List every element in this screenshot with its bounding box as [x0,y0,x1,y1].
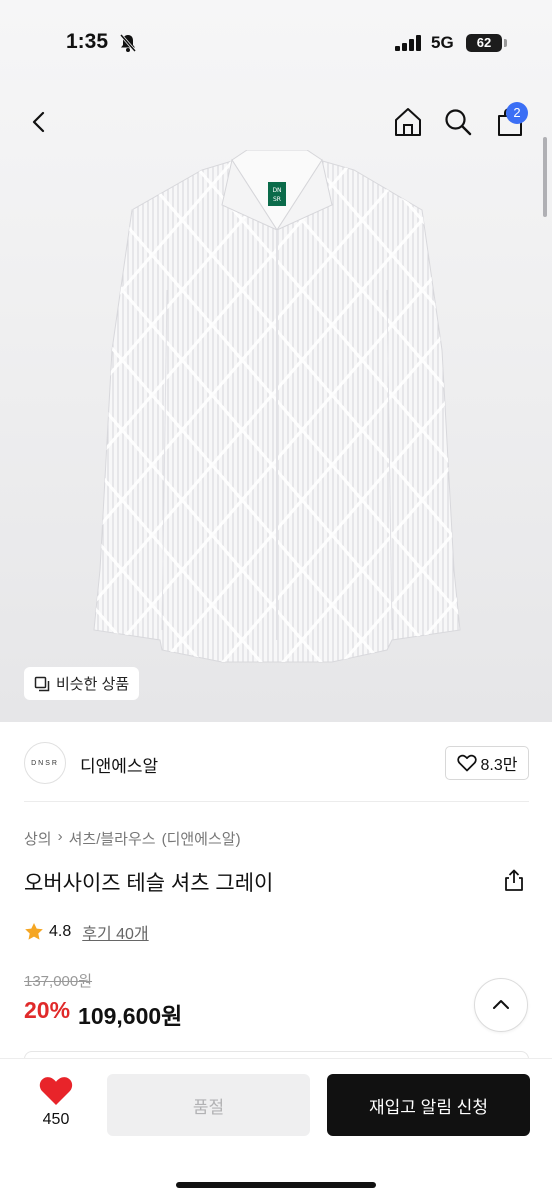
brand-like-count: 8.3만 [480,757,518,774]
reviews-link[interactable]: 후기 40개 [82,920,148,944]
wishlist-button[interactable] [38,1075,74,1112]
price-row: 20% 109,600원 [24,997,182,1031]
product-title: 오버사이즈 테슬 셔츠 그레이 [24,872,274,895]
home-button[interactable] [390,104,426,140]
home-indicator[interactable] [176,1182,376,1188]
brand-logo[interactable]: DNSR [24,742,66,784]
breadcrumb-item-shirts[interactable]: 셔츠/블라우스 [69,828,156,849]
copy-icon [34,676,50,691]
heart-outline-icon [456,754,477,772]
share-button[interactable] [502,868,526,897]
top-navigation [0,96,552,152]
breadcrumb: 상의 › 셔츠/블라우스 (디앤에스알) [24,828,241,849]
search-button[interactable] [440,104,476,140]
heart-filled-icon [39,1077,73,1105]
breadcrumb-item-top[interactable]: 상의 [24,828,52,849]
star-icon [25,923,43,940]
share-icon [505,869,523,891]
breadcrumb-separator-icon: › [57,828,63,845]
svg-text:DN: DN [272,187,281,194]
network-type: 5G [431,33,454,52]
original-price: 137,000원 [24,973,93,990]
battery-tip [504,39,507,47]
wishlist-count: 450 [42,1111,70,1128]
rating-value: 4.8 [49,923,72,940]
soldout-button: 품절 [107,1074,310,1136]
breadcrumb-item-brand[interactable]: (디앤에스알) [162,828,241,849]
chevron-left-icon [32,111,45,133]
search-icon [445,109,472,136]
brand-row[interactable]: DNSR 디앤에스알 8.3만 [0,733,552,793]
chevron-up-icon [493,1000,509,1009]
home-icon [395,108,421,136]
svg-text:SR: SR [273,196,281,203]
brand-like-button[interactable]: 8.3만 [445,746,529,780]
divider [24,801,529,802]
sale-price: 109,600원 [78,1003,183,1029]
status-bar: 1:35 5G 62 [0,0,552,88]
battery-level: 62 [466,34,502,52]
bottom-action-bar: 450 품절 재입고 알림 신청 [0,1058,552,1200]
brand-name[interactable]: 디앤에스알 [80,752,158,777]
scrollbar[interactable] [543,137,547,217]
status-time: 1:35 [66,30,109,53]
similar-products-label: 비슷한 상품 [56,676,130,693]
restock-alert-button[interactable]: 재입고 알림 신청 [327,1074,530,1136]
cart-count-badge: 2 [506,102,528,124]
signal-icon [395,35,421,51]
similar-products-button[interactable]: 비슷한 상품 [24,667,140,700]
rating-row: 4.8 후기 40개 [24,920,149,944]
product-image[interactable]: DN SR [92,150,462,670]
discount-rate: 20% [24,997,71,1023]
scroll-to-top-button[interactable] [474,978,528,1032]
bell-off-icon [119,34,137,52]
back-button[interactable] [22,104,58,140]
